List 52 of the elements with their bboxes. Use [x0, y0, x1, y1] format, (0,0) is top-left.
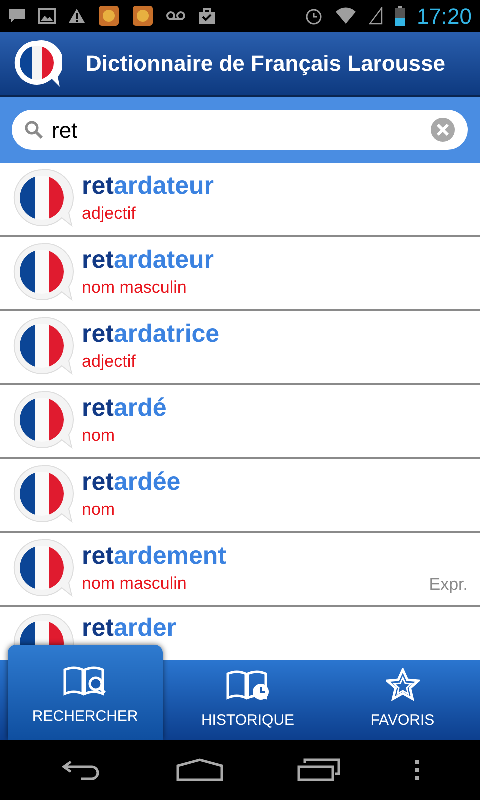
french-flag-icon [12, 390, 74, 452]
french-flag-icon [12, 538, 74, 600]
headword: retardatrice [82, 319, 221, 350]
book-search-icon [62, 664, 108, 698]
app-icon [98, 5, 120, 27]
status-time: 17:20 [416, 2, 472, 30]
french-flag-logo-icon [12, 38, 62, 88]
french-flag-icon [12, 464, 74, 526]
overflow-menu-icon[interactable] [414, 758, 420, 782]
voicemail-icon [166, 11, 186, 21]
part-of-speech: nom [82, 425, 116, 448]
headword: retarder [82, 613, 178, 643]
headword: retardateur [82, 171, 216, 202]
search-icon [24, 120, 44, 140]
alarm-icon [304, 7, 323, 25]
headword: retardée [82, 467, 182, 498]
app-icon [132, 5, 154, 27]
part-of-speech: adjectif [82, 351, 137, 374]
french-flag-icon [12, 168, 74, 230]
headword: retardé [82, 393, 168, 424]
wifi-icon [334, 7, 357, 25]
part-of-speech: nom masculin [82, 573, 188, 596]
search-text: ret [52, 116, 79, 144]
home-icon[interactable] [176, 758, 224, 782]
part-of-speech: nom masculin [82, 277, 188, 300]
battery-icon [394, 6, 405, 26]
bag-icon [198, 7, 216, 25]
result-row[interactable]: retardement nom masculin Expr. [0, 533, 480, 607]
book-clock-icon [225, 668, 271, 702]
warning-icon [68, 8, 86, 24]
image-icon [38, 8, 56, 24]
part-of-speech: adjectif [82, 203, 137, 226]
star-icon [386, 668, 420, 702]
signal-icon [368, 7, 383, 25]
search-field[interactable]: ret [12, 110, 468, 150]
tab[interactable]: FAVORIS [325, 660, 480, 740]
tab[interactable]: HISTORIQUE [170, 660, 326, 740]
result-row[interactable]: retardateur nom masculin [0, 237, 480, 311]
chat-icon [8, 8, 26, 24]
headword: retardateur [82, 245, 216, 276]
result-row[interactable]: retardé nom [0, 385, 480, 459]
headword: retardement [82, 541, 228, 572]
result-row[interactable]: retardatrice adjectif [0, 311, 480, 385]
french-flag-icon [12, 316, 74, 378]
french-flag-icon [12, 242, 74, 304]
result-row[interactable]: retardée nom [0, 459, 480, 533]
tab[interactable]: RECHERCHER [8, 645, 163, 740]
recent-apps-icon[interactable] [296, 758, 340, 782]
part-of-speech: nom [82, 499, 116, 522]
result-row[interactable]: retardateur adjectif [0, 163, 480, 237]
app-title: Dictionnaire de Français Larousse [86, 50, 446, 78]
expression-label: Expr. [429, 574, 468, 596]
